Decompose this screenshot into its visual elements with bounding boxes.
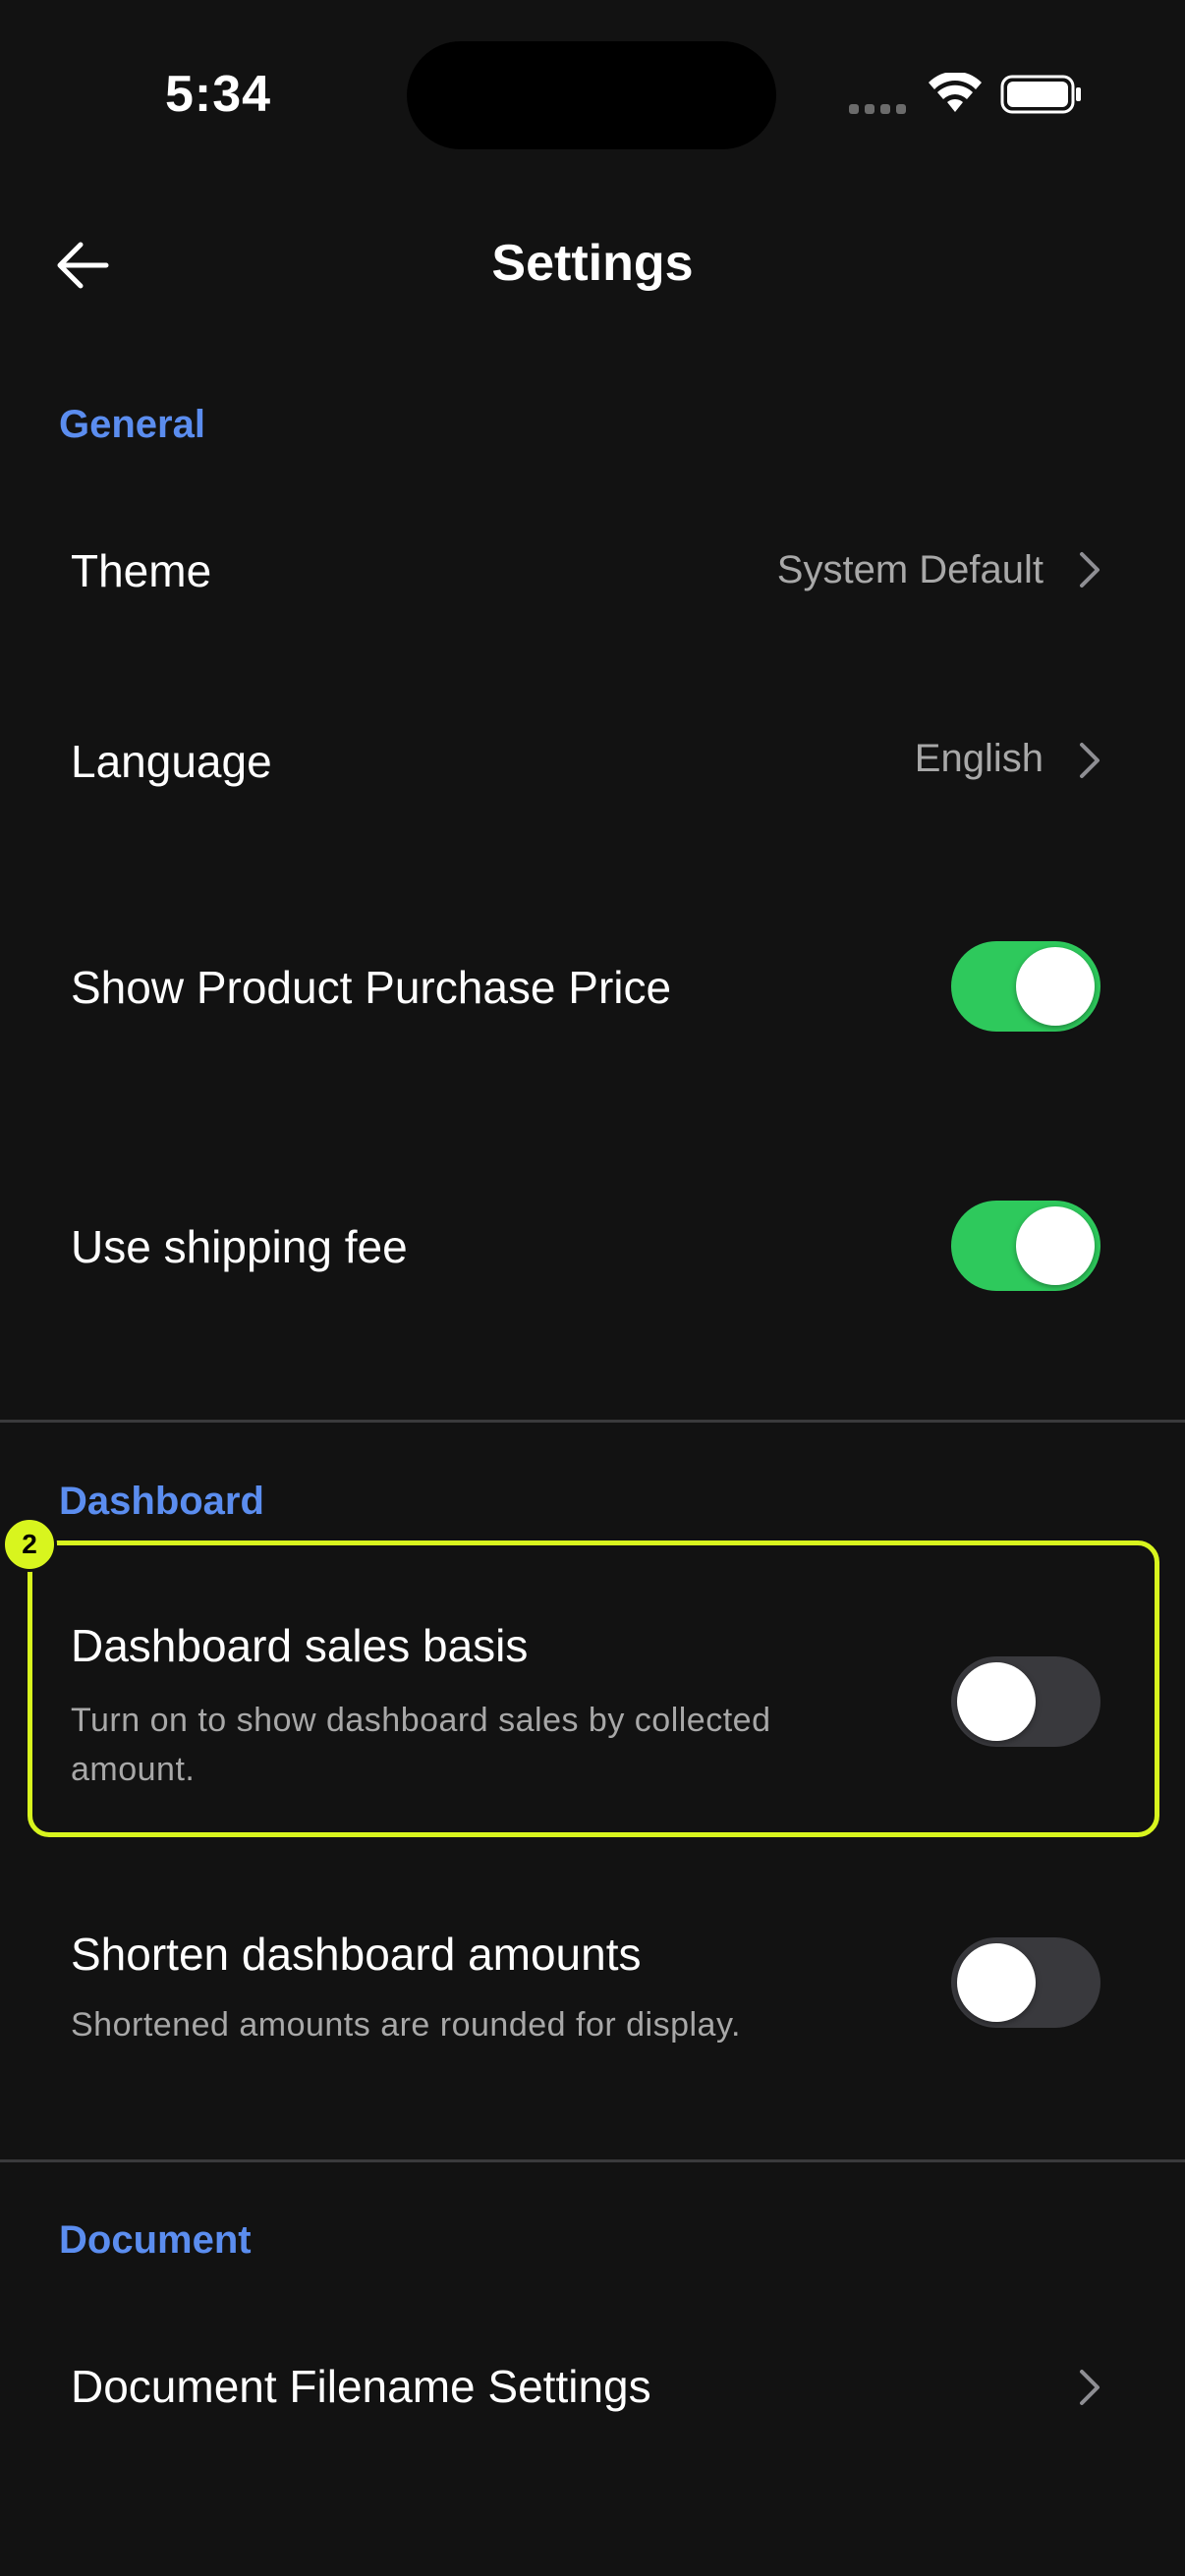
purchase-price-toggle[interactable] [951, 941, 1100, 1032]
shorten-amounts-label: Shorten dashboard amounts [71, 1929, 642, 1980]
shipping-fee-label: Use shipping fee [71, 1221, 408, 1272]
shorten-amounts-toggle[interactable] [951, 1937, 1100, 2028]
shipping-fee-row: Use shipping fee [0, 1193, 1185, 1301]
dynamic-island [407, 41, 776, 149]
section-header-general: General [59, 403, 205, 446]
language-label: Language [71, 736, 272, 787]
chevron-right-icon [1080, 743, 1100, 778]
cellular-signal-icon [849, 104, 906, 114]
theme-value: System Default [776, 548, 1044, 591]
section-header-document: Document [59, 2218, 252, 2262]
annotation-badge: 2 [2, 1517, 57, 1572]
wifi-icon [929, 73, 982, 112]
theme-label: Theme [71, 545, 212, 596]
document-filename-settings-row[interactable]: Document Filename Settings [0, 2338, 1185, 2436]
section-header-dashboard: Dashboard [59, 1480, 264, 1523]
purchase-price-row: Show Product Purchase Price [0, 933, 1185, 1041]
document-filename-label: Document Filename Settings [71, 2361, 651, 2412]
language-row[interactable]: Language English [0, 711, 1185, 810]
shipping-fee-toggle[interactable] [951, 1201, 1100, 1291]
status-time: 5:34 [165, 66, 272, 123]
battery-icon [1000, 75, 1081, 114]
language-value: English [914, 737, 1044, 780]
section-divider [0, 2159, 1185, 2162]
shorten-amounts-row: Shorten dashboard amounts Shortened amou… [0, 1920, 1185, 2067]
purchase-price-label: Show Product Purchase Price [71, 962, 672, 1013]
page-title: Settings [491, 235, 694, 292]
settings-screen: 5:34 Settings General Theme System Defau… [0, 0, 1185, 2576]
status-bar: 5:34 [0, 0, 1185, 187]
highlight-box [28, 1540, 1159, 1837]
theme-row[interactable]: Theme System Default [0, 521, 1185, 619]
shorten-amounts-description: Shortened amounts are rounded for displa… [71, 2006, 741, 2044]
section-divider [0, 1420, 1185, 1423]
chevron-right-icon [1080, 552, 1100, 588]
chevron-right-icon [1080, 2370, 1100, 2405]
